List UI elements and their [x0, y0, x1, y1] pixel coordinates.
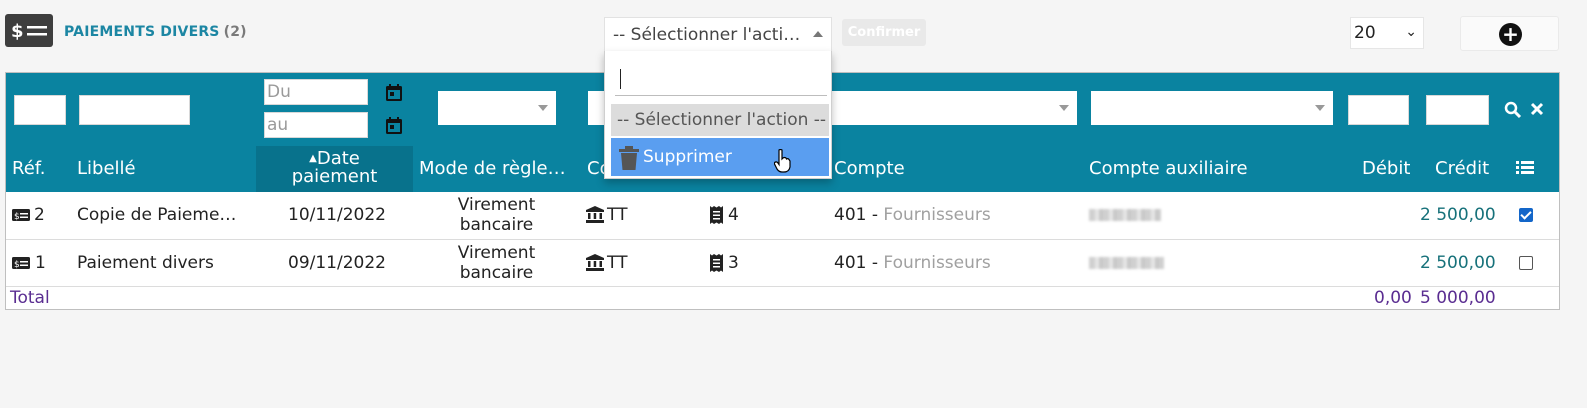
row-ref: 1 [35, 253, 46, 273]
bank-icon [586, 254, 604, 271]
row-libelle[interactable]: Paiement divers [77, 253, 214, 273]
calendar-icon[interactable] [384, 116, 404, 136]
total-label: Total [10, 288, 50, 308]
row-checkbox[interactable] [1519, 256, 1533, 270]
filter-debit-input[interactable] [1348, 95, 1409, 125]
option-delete[interactable]: Supprimer [611, 138, 829, 176]
filter-compte-aux-select[interactable] [1091, 91, 1333, 125]
payment-row-icon: $ [12, 209, 30, 221]
bank-icon [586, 206, 604, 223]
col-libelle[interactable]: Libellé [77, 158, 136, 179]
redacted-compte-aux [1089, 209, 1161, 221]
col-ref[interactable]: Réf. [12, 158, 46, 179]
record-count: (2) [223, 24, 247, 40]
payment-row-icon: $ [12, 257, 30, 269]
col-debit[interactable]: Débit [1362, 158, 1410, 179]
svg-text:$: $ [11, 21, 24, 42]
hand-pointer-icon [774, 149, 791, 173]
caret-down-icon [538, 105, 548, 111]
dropdown-search-input[interactable] [615, 63, 827, 96]
confirm-button[interactable]: Confirmer [842, 19, 926, 46]
bulk-action-select[interactable]: -- Sélectionner l'actio… [604, 17, 832, 51]
svg-text:$: $ [14, 212, 20, 221]
per-page-value: 20 [1354, 23, 1376, 43]
row-compte-num: 401 [834, 205, 867, 225]
col-mode[interactable]: Mode de règle… [419, 158, 566, 179]
chevron-down-icon: ⌄ [1405, 24, 1417, 40]
row-compte[interactable]: 401 - Fournisseurs [834, 205, 991, 225]
row-compte-num: 401 [834, 253, 867, 273]
row-credit: 2 500,00 [1420, 253, 1496, 273]
row-credit: 2 500,00 [1420, 205, 1496, 225]
row-mode-line2: bancaire [459, 215, 534, 235]
row-receipt: 4 [728, 205, 739, 225]
page-title: PAIEMENTS DIVERS (2) [64, 24, 247, 40]
row-mode-line1: Virement [457, 243, 536, 263]
row-bank: TT [607, 253, 628, 273]
trash-icon [619, 146, 639, 170]
row-libelle[interactable]: Copie de Paieme… [77, 205, 236, 225]
bulk-action-value: -- Sélectionner l'actio… [613, 25, 808, 45]
col-compte[interactable]: Compte [834, 158, 905, 179]
row-checkbox[interactable] [1519, 208, 1533, 222]
filter-credit-input[interactable] [1426, 95, 1489, 125]
row-compte-name: Fournisseurs [883, 205, 991, 225]
row-compte[interactable]: 401 - Fournisseurs [834, 253, 991, 273]
filter-date-to-input[interactable]: au [264, 112, 368, 138]
row-compte-sep: - [866, 205, 884, 225]
col-co[interactable]: Co [587, 158, 605, 179]
table-row[interactable]: $ 1 Paiement divers 09/11/2022 Virement … [6, 240, 1559, 287]
option-select-action[interactable]: -- Sélectionner l'action -- [611, 104, 829, 136]
receipt-icon [710, 254, 723, 272]
total-debit: 0,00 [1374, 288, 1412, 308]
row-mode: Virement bancaire [419, 243, 574, 283]
sort-asc-icon: ▲ [309, 153, 317, 164]
row-ref: 2 [34, 205, 45, 225]
filter-mode-select[interactable] [438, 91, 556, 125]
filter-compte-select[interactable] [832, 91, 1077, 125]
col-date-paiement[interactable]: ▲Date paiement [256, 150, 413, 186]
total-row: Total 0,00 5 000,00 [6, 287, 1559, 309]
per-page-select[interactable]: 20 ⌄ [1350, 17, 1424, 49]
payments-icon: $ [5, 14, 53, 47]
receipt-icon [710, 206, 723, 224]
filter-libelle-input[interactable] [79, 95, 190, 125]
row-mode-line1: Virement [457, 195, 536, 215]
close-icon[interactable] [1530, 102, 1544, 116]
list-columns-icon[interactable] [1516, 160, 1534, 175]
total-credit: 5 000,00 [1420, 288, 1496, 308]
row-mode: Virement bancaire [419, 195, 574, 235]
table-row[interactable]: $ 2 Copie de Paieme… 10/11/2022 Virement… [6, 192, 1559, 240]
row-bank: TT [607, 205, 628, 225]
caret-up-icon [813, 31, 823, 37]
redacted-compte-aux [1089, 257, 1164, 269]
row-compte-name: Fournisseurs [883, 253, 991, 273]
page-title-text: PAIEMENTS DIVERS [64, 24, 220, 40]
row-receipt: 3 [728, 253, 739, 273]
calendar-icon[interactable] [384, 83, 404, 103]
caret-down-icon [1059, 105, 1069, 111]
row-date: 09/11/2022 [288, 253, 386, 273]
add-button[interactable]: + [1460, 16, 1559, 51]
filter-ref-input[interactable] [14, 95, 66, 125]
bulk-action-dropdown: -- Sélectionner l'action -- Supprimer [604, 51, 832, 179]
option-delete-label: Supprimer [643, 147, 732, 167]
col-compte-aux[interactable]: Compte auxiliaire [1089, 158, 1248, 179]
caret-down-icon [1315, 105, 1325, 111]
search-icon[interactable] [1504, 101, 1522, 119]
text-cursor [620, 69, 621, 89]
plus-circle-icon: + [1499, 23, 1522, 46]
row-mode-line2: bancaire [459, 263, 534, 283]
filter-date-from-input[interactable]: Du [264, 79, 368, 105]
row-compte-sep: - [866, 253, 884, 273]
col-credit[interactable]: Crédit [1435, 158, 1489, 179]
svg-text:$: $ [14, 260, 20, 269]
row-date: 10/11/2022 [288, 205, 386, 225]
col-date-line2: paiement [291, 166, 378, 187]
